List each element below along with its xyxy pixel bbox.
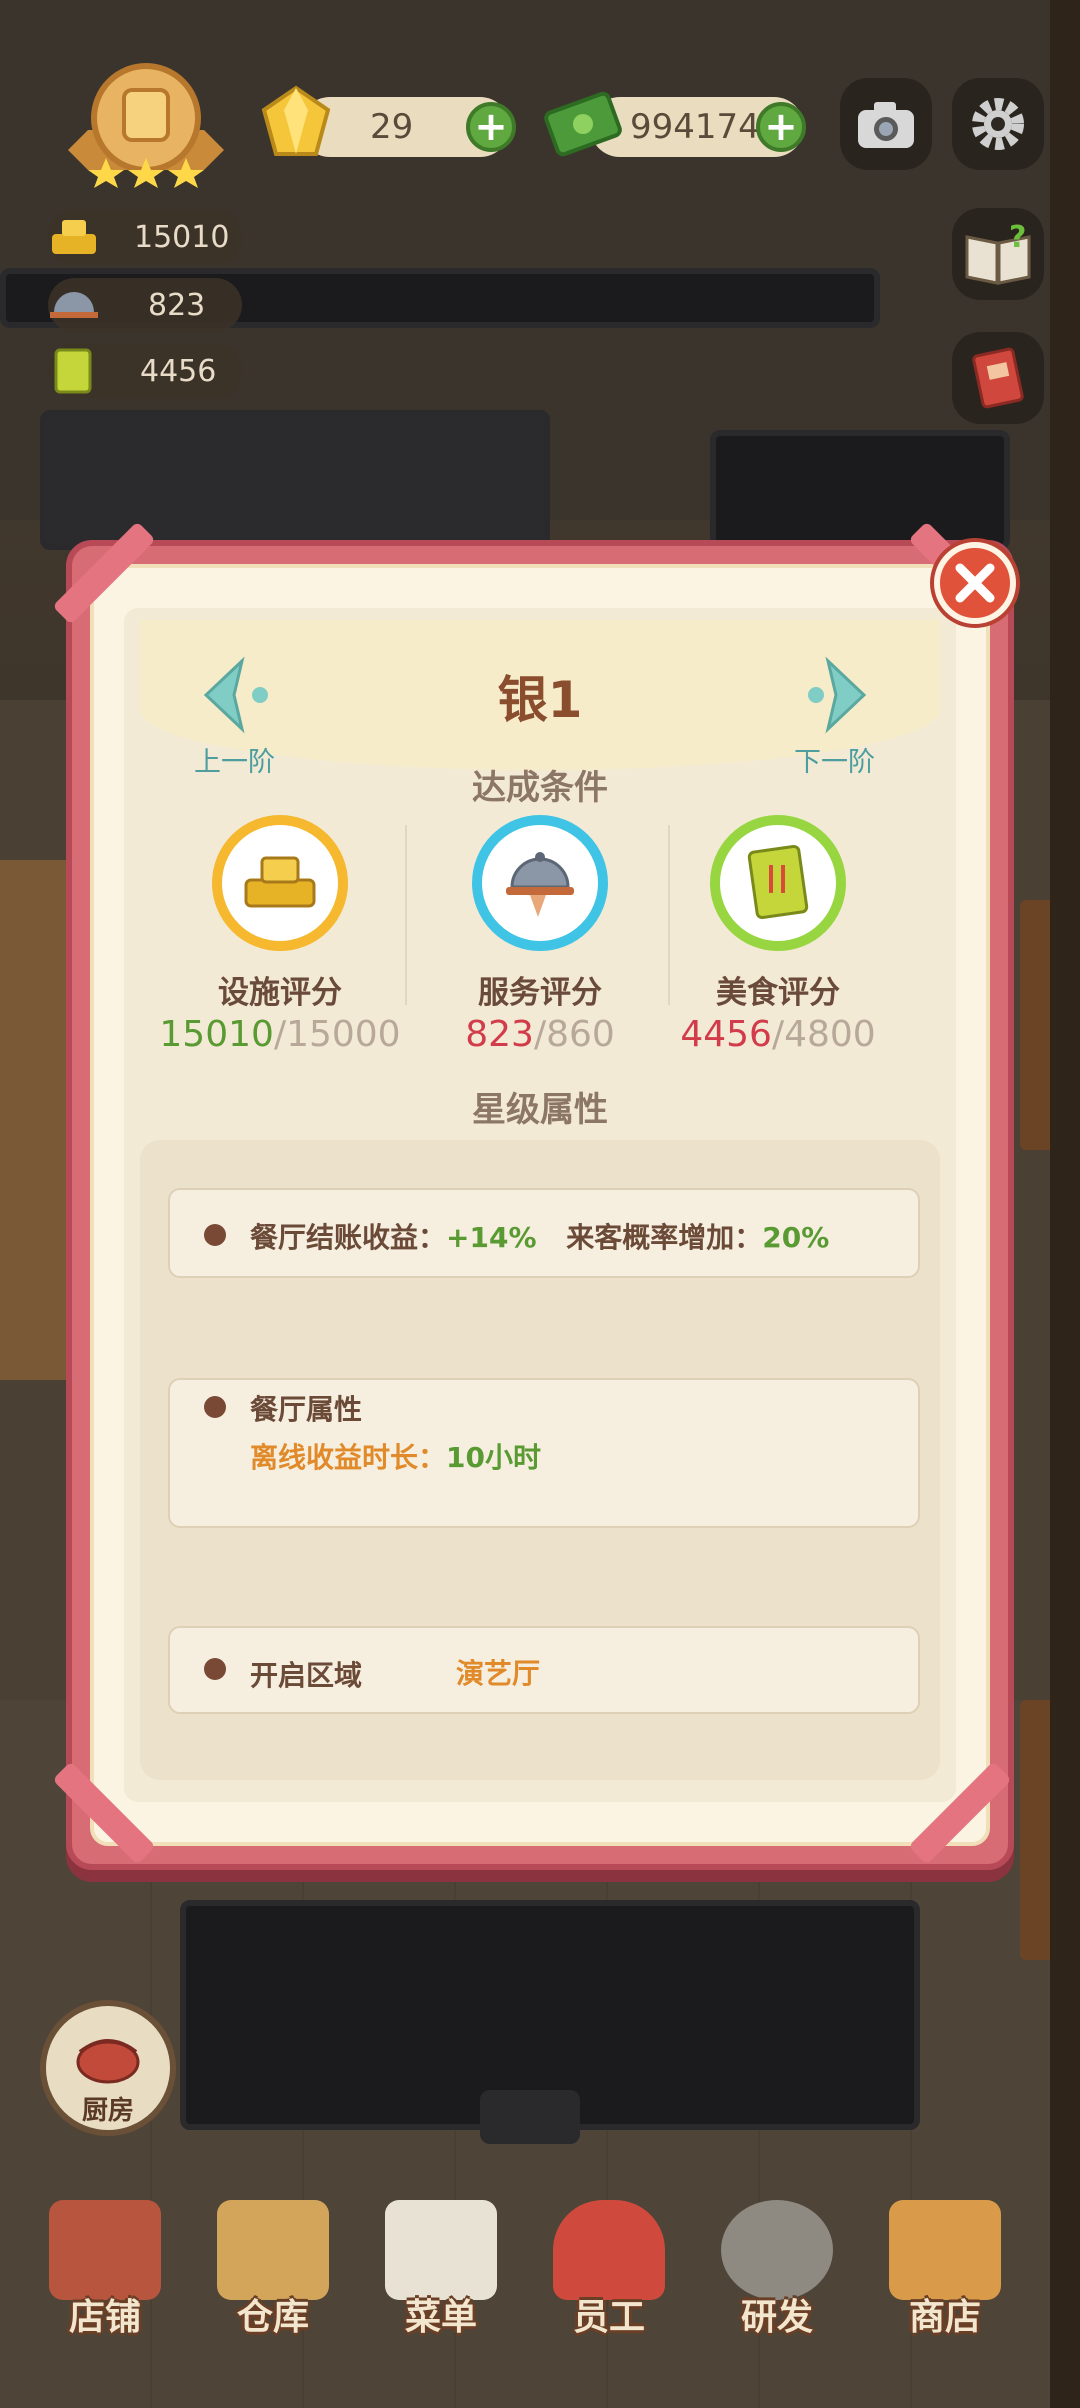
stat-divider <box>405 825 407 1005</box>
gem-icon <box>261 85 331 156</box>
nav-menu[interactable]: 菜单 <box>366 2200 516 2360</box>
checkout-label: 餐厅结账收益： <box>250 1221 447 1254</box>
food-score-pill: 4456 <box>48 344 242 398</box>
service-score-pill: 823 <box>48 278 242 332</box>
counter-drawer <box>480 2090 580 2144</box>
service-icon <box>50 292 98 318</box>
research-wok-icon <box>721 2200 833 2300</box>
stat-value: 823/860 <box>410 1014 670 1055</box>
stat-current: 4456 <box>680 1014 772 1055</box>
nav-store-label: 店铺 <box>68 2297 141 2338</box>
facility-score-value: 15010 <box>134 219 230 255</box>
kitchen-button[interactable]: 厨房 <box>40 2000 176 2136</box>
staff-chef-icon <box>553 2200 665 2300</box>
stat-name: 美食评分 <box>716 975 840 1011</box>
nav-research-label: 研发 <box>740 2297 813 2338</box>
stat-target: /15000 <box>273 1014 401 1055</box>
offline-label: 离线收益时长： <box>250 1441 447 1474</box>
cash-icon <box>544 91 622 157</box>
trophy-badge-icon <box>68 63 224 188</box>
checkout-bonus-row: 餐厅结账收益：+14% 来客概率增加：20% <box>168 1188 920 1278</box>
bullet-dot <box>204 1224 226 1246</box>
cash-value: 994174 <box>630 107 760 147</box>
gems-value: 29 <box>370 107 414 147</box>
camera-icon <box>858 102 914 148</box>
stat-name: 服务评分 <box>478 975 602 1011</box>
recipe-book-icon <box>972 347 1024 409</box>
bullet-dot <box>204 1396 226 1418</box>
stat-target: /860 <box>533 1014 615 1055</box>
stat-food: 美食评分 4456/4800 <box>648 815 908 1055</box>
nav-shop[interactable]: 商店 <box>870 2200 1020 2360</box>
menu-clipboard-icon <box>385 2200 497 2300</box>
nav-shop-label: 商店 <box>908 2297 981 2338</box>
star-attributes-title: 星级属性 <box>472 1090 608 1130</box>
bullet-dot <box>204 1658 226 1680</box>
unlock-value: 演艺厅 <box>456 1657 541 1690</box>
stat-current: 15010 <box>159 1014 274 1055</box>
kitchen-grill <box>710 430 1010 550</box>
gear-icon <box>972 98 1024 150</box>
food-score-value: 4456 <box>140 353 217 389</box>
nav-staff[interactable]: 员工 <box>534 2200 684 2360</box>
rank-trophy[interactable] <box>48 60 244 190</box>
kitchen-stove <box>40 410 550 550</box>
help-book-icon: ? <box>965 221 1031 285</box>
warehouse-box-icon <box>217 2200 329 2300</box>
svg-text:?: ? <box>1009 221 1026 255</box>
stat-value: 15010/15000 <box>150 1014 410 1055</box>
nav-staff-label: 员工 <box>572 2297 645 2338</box>
stat-value: 4456/4800 <box>648 1014 908 1055</box>
close-button[interactable] <box>934 542 1016 624</box>
recipe-book-button[interactable] <box>952 332 1044 424</box>
add-cash-button[interactable]: + <box>756 102 806 152</box>
restaurant-attribute-row: 餐厅属性 离线收益时长：10小时 <box>168 1378 920 1528</box>
chevron-left-icon <box>203 656 268 734</box>
service-score-value: 823 <box>148 287 206 323</box>
facility-score-pill: 15010 <box>48 210 242 264</box>
offline-value: 10小时 <box>446 1441 541 1474</box>
service-cloche-icon <box>506 852 574 917</box>
stat-target: /4800 <box>771 1014 876 1055</box>
food-ring <box>710 815 846 951</box>
service-ring <box>472 815 608 951</box>
close-icon <box>955 563 995 603</box>
checkout-bonus-text: 餐厅结账收益：+14% 来客概率增加：20% <box>250 1216 829 1256</box>
facility-icon <box>52 220 96 254</box>
nav-warehouse[interactable]: 仓库 <box>198 2200 348 2360</box>
stat-name: 设施评分 <box>218 975 342 1011</box>
shop-stall-icon <box>889 2200 1001 2300</box>
nav-research[interactable]: 研发 <box>702 2200 852 2360</box>
unlock-area-row: 开启区域 演艺厅 <box>168 1626 920 1714</box>
camera-button[interactable] <box>840 78 932 170</box>
cooking-pot-icon <box>76 2039 140 2084</box>
checkout-value: +14% <box>446 1221 537 1254</box>
food-book-icon <box>54 348 92 394</box>
pillar <box>1050 0 1080 2408</box>
stat-service: 服务评分 823/860 <box>410 815 670 1055</box>
store-icon <box>49 2200 161 2300</box>
visitor-value: 20% <box>762 1221 830 1254</box>
add-gems-button[interactable]: + <box>466 102 516 152</box>
help-button[interactable]: ? <box>952 208 1044 300</box>
settings-button[interactable] <box>952 78 1044 170</box>
facility-icon <box>244 856 316 908</box>
stat-facility: 设施评分 15010/15000 <box>150 815 410 1055</box>
kitchen-label: 厨房 <box>81 2096 134 2126</box>
nav-menu-label: 菜单 <box>404 2297 477 2338</box>
nav-store[interactable]: 店铺 <box>30 2200 180 2360</box>
facility-ring <box>212 815 348 951</box>
restaurant-attr-title: 餐厅属性 <box>250 1393 363 1426</box>
rank-title: 银1 <box>497 671 583 729</box>
nav-warehouse-label: 仓库 <box>236 2297 309 2338</box>
visitor-label: 来客概率增加： <box>566 1221 763 1254</box>
unlock-label: 开启区域 <box>250 1659 363 1692</box>
offline-duration-text: 离线收益时长：10小时 <box>250 1436 541 1476</box>
conditions-title: 达成条件 <box>472 768 608 808</box>
stat-current: 823 <box>465 1014 534 1055</box>
chevron-right-icon <box>808 656 867 734</box>
food-book-icon <box>747 844 809 920</box>
